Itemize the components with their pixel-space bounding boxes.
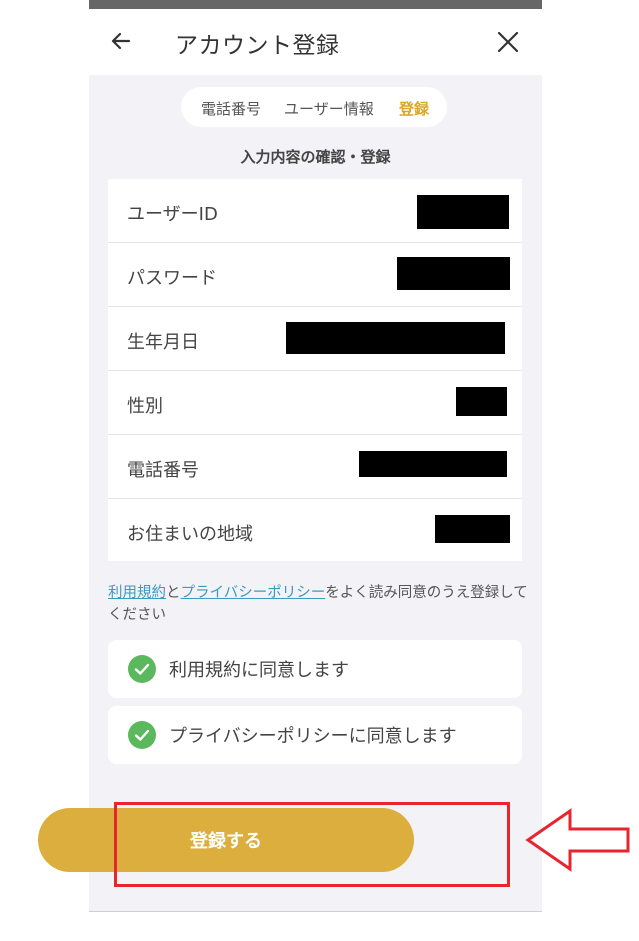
check-circle-icon (128, 721, 156, 749)
redacted-value (359, 451, 507, 477)
redacted-value (397, 257, 510, 290)
status-bar (89, 0, 542, 9)
bottom-divider (89, 911, 542, 912)
field-row-user-id: ユーザーID (108, 179, 522, 243)
step-indicator: 電話番号 ユーザー情報 登録 (181, 87, 447, 127)
field-row-gender: 性別 (108, 371, 522, 435)
consent-notice: 利用規約とプライバシーポリシーをよく読み同意のうえ登録してください (108, 582, 528, 626)
redacted-value (456, 387, 507, 416)
step-user-info: ユーザー情報 (284, 100, 374, 118)
redacted-value (417, 195, 509, 229)
header: アカウント登録 (89, 9, 542, 75)
back-arrow-icon[interactable] (109, 29, 133, 53)
agree-privacy-label: プライバシーポリシーに同意します (169, 726, 457, 747)
page-title: アカウント登録 (175, 33, 340, 59)
confirmation-card: ユーザーID パスワード 生年月日 性別 電話番号 お住まいの地域 (108, 179, 522, 561)
agree-terms-label: 利用規約に同意します (169, 660, 349, 681)
annotation-arrow-icon (525, 808, 630, 872)
section-title: 入力内容の確認・登録 (240, 148, 391, 166)
step-phone: 電話番号 (201, 100, 262, 118)
terms-link[interactable]: 利用規約 (108, 585, 166, 601)
field-row-region: お住まいの地域 (108, 499, 522, 562)
close-icon[interactable] (497, 31, 519, 53)
app-screen: アカウント登録 電話番号 ユーザー情報 登録 入力内容の確認・登録 ユーザーID… (89, 9, 542, 911)
field-label: 生年月日 (127, 332, 199, 353)
annotation-highlight-box (114, 802, 510, 887)
field-label: ユーザーID (127, 204, 218, 225)
field-label: 性別 (127, 396, 163, 417)
redacted-value (286, 322, 505, 354)
field-label: 電話番号 (127, 460, 199, 481)
agree-terms-checkbox[interactable]: 利用規約に同意します (108, 640, 522, 698)
redacted-value (435, 515, 510, 543)
field-row-birthdate: 生年月日 (108, 307, 522, 371)
field-row-password: パスワード (108, 243, 522, 307)
step-register: 登録 (399, 100, 430, 118)
field-label: お住まいの地域 (127, 524, 253, 545)
privacy-policy-link[interactable]: プライバシーポリシー (181, 585, 326, 601)
check-circle-icon (128, 655, 156, 683)
agree-privacy-checkbox[interactable]: プライバシーポリシーに同意します (108, 706, 522, 764)
field-label: パスワード (127, 268, 217, 289)
field-row-phone: 電話番号 (108, 435, 522, 499)
consent-joiner: と (166, 585, 181, 601)
